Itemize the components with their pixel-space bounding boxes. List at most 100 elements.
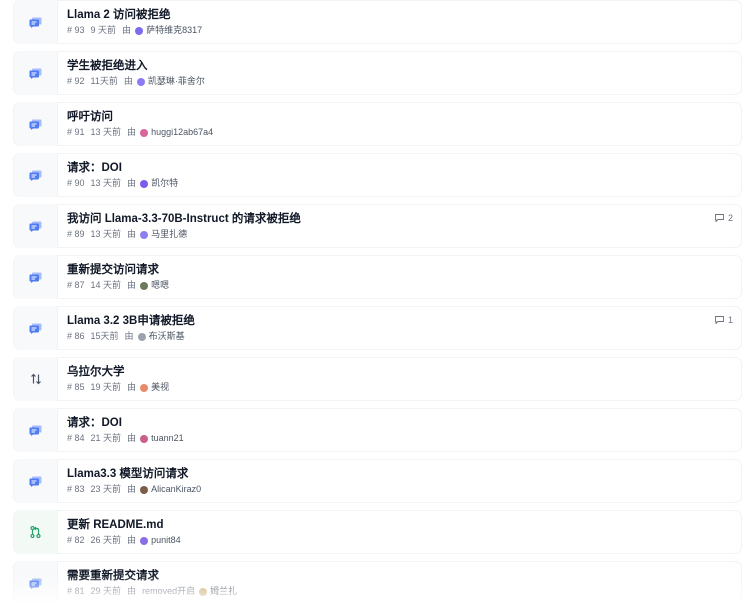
by-label: 由 bbox=[123, 76, 133, 86]
discussion-meta: # 87 14 天前由 嗯嗯 bbox=[67, 280, 741, 291]
row-icon-box bbox=[14, 51, 58, 95]
avatar[interactable] bbox=[140, 281, 149, 290]
discussion-title[interactable]: 请求：DOI bbox=[67, 416, 741, 430]
status-text: removed开启 bbox=[142, 586, 196, 596]
avatar[interactable] bbox=[140, 485, 149, 494]
author-link[interactable]: punit84 bbox=[151, 535, 181, 546]
discussion-row[interactable]: 请求：DOI # 90 13 天前由 凯尔特 bbox=[13, 153, 742, 197]
by-label: 由 bbox=[127, 382, 137, 392]
avatar[interactable] bbox=[136, 77, 145, 86]
author-link[interactable]: 凯瑟琳·菲舍尔 bbox=[148, 76, 205, 87]
discussion-row[interactable]: 乌拉尔大学 # 85 19 天前由 美视 bbox=[13, 357, 742, 401]
discussion-icon bbox=[29, 323, 42, 334]
by-label: 由 bbox=[127, 484, 137, 494]
discussion-row[interactable]: Llama 2 访问被拒绝 # 93 9 天前由 萨特维克8317 bbox=[13, 0, 742, 44]
discussion-icon bbox=[29, 221, 42, 232]
discussion-number: # 84 bbox=[67, 433, 85, 443]
discussion-meta: # 93 9 天前由 萨特维克8317 bbox=[67, 25, 741, 36]
discussion-title[interactable]: 更新 README.md bbox=[67, 518, 741, 532]
by-label: 由 bbox=[127, 433, 137, 443]
row-icon-box bbox=[14, 153, 58, 197]
discussion-number: # 81 bbox=[67, 586, 85, 596]
discussion-row[interactable]: 更新 README.md # 82 26 天前由 punit84 bbox=[13, 510, 742, 554]
author-link[interactable]: tuann21 bbox=[151, 433, 184, 444]
pull-request-icon bbox=[30, 526, 41, 538]
avatar[interactable] bbox=[137, 332, 146, 341]
discussion-row[interactable]: Llama 3.2 3B申请被拒绝 # 86 15天前由 布沃斯基 1 bbox=[13, 306, 742, 350]
row-icon-box bbox=[14, 510, 58, 554]
discussion-meta: # 82 26 天前由 punit84 bbox=[67, 535, 741, 546]
discussion-meta: # 90 13 天前由 凯尔特 bbox=[67, 178, 741, 189]
author-link[interactable]: 凯尔特 bbox=[151, 178, 178, 189]
author-link[interactable]: huggi12ab67a4 bbox=[151, 127, 213, 138]
discussion-row[interactable]: 请求：DOI # 84 21 天前由 tuann21 bbox=[13, 408, 742, 452]
row-icon-box bbox=[14, 306, 58, 350]
discussion-icon bbox=[29, 272, 42, 283]
discussion-title[interactable]: 学生被拒绝进入 bbox=[67, 59, 741, 73]
discussion-title[interactable]: 乌拉尔大学 bbox=[67, 365, 741, 379]
discussion-title[interactable]: Llama3.3 模型访问请求 bbox=[67, 467, 741, 481]
discussion-title[interactable]: Llama 3.2 3B申请被拒绝 bbox=[67, 314, 741, 328]
discussion-row[interactable]: 学生被拒绝进入 # 92 11天前由 凯瑟琳·菲舍尔 bbox=[13, 51, 742, 95]
discussion-meta: # 85 19 天前由 美视 bbox=[67, 382, 741, 393]
by-label: 由 bbox=[127, 127, 137, 137]
discussion-age: 13 天前 bbox=[90, 127, 122, 137]
discussion-number: # 83 bbox=[67, 484, 85, 494]
discussion-age: 11天前 bbox=[90, 76, 118, 86]
discussion-number: # 85 bbox=[67, 382, 85, 392]
avatar[interactable] bbox=[140, 128, 149, 137]
discussion-number: # 86 bbox=[67, 331, 85, 341]
discussion-row[interactable]: 我访问 Llama-3.3-70B-Instruct 的请求被拒绝 # 89 13 … bbox=[13, 204, 742, 248]
by-label: 由 bbox=[127, 229, 137, 239]
comment-count: 2 bbox=[715, 213, 733, 223]
discussion-icon bbox=[29, 578, 42, 589]
discussion-meta: # 92 11天前由 凯瑟琳·菲舍尔 bbox=[67, 76, 741, 87]
discussion-title[interactable]: 请求：DOI bbox=[67, 161, 741, 175]
discussion-number: # 90 bbox=[67, 178, 85, 188]
author-link[interactable]: 美视 bbox=[151, 382, 169, 393]
author-link[interactable]: 嗯嗯 bbox=[151, 280, 169, 291]
avatar[interactable] bbox=[140, 179, 149, 188]
discussion-number: # 92 bbox=[67, 76, 85, 86]
avatar[interactable] bbox=[135, 26, 144, 35]
author-link[interactable]: 姆兰扎 bbox=[210, 586, 237, 597]
author-link[interactable]: 萨特维克8317 bbox=[146, 25, 202, 36]
by-label: 由 bbox=[127, 280, 137, 290]
discussion-title[interactable]: Llama 2 访问被拒绝 bbox=[67, 8, 741, 22]
author-link[interactable]: 马里扎德 bbox=[151, 229, 187, 240]
discussion-title[interactable]: 我访问 Llama-3.3-70B-Instruct 的请求被拒绝 bbox=[67, 212, 741, 226]
discussion-list: Llama 2 访问被拒绝 # 93 9 天前由 萨特维克8317 学生被拒绝进入 # 9… bbox=[0, 0, 750, 603]
discussion-age: 29 天前 bbox=[90, 586, 122, 596]
discussion-age: 15天前 bbox=[90, 331, 119, 341]
discussion-age: 13 天前 bbox=[90, 229, 122, 239]
discussion-icon bbox=[29, 17, 42, 28]
avatar[interactable] bbox=[140, 536, 149, 545]
avatar[interactable] bbox=[140, 383, 149, 392]
discussion-title[interactable]: 需要重新提交请求 bbox=[67, 569, 741, 583]
discussion-meta: # 86 15天前由 布沃斯基 bbox=[67, 331, 741, 342]
by-label: 由 bbox=[127, 586, 137, 596]
discussion-age: 13 天前 bbox=[90, 178, 122, 188]
avatar[interactable] bbox=[140, 434, 149, 443]
discussion-age: 21 天前 bbox=[90, 433, 122, 443]
discussion-row[interactable]: 重新提交访问请求 # 87 14 天前由 嗯嗯 bbox=[13, 255, 742, 299]
avatar[interactable] bbox=[199, 587, 208, 596]
discussion-age: 14 天前 bbox=[90, 280, 122, 290]
discussion-icon bbox=[29, 119, 42, 130]
author-link[interactable]: 布沃斯基 bbox=[149, 331, 185, 342]
discussion-title[interactable]: 重新提交访问请求 bbox=[67, 263, 741, 277]
row-icon-box bbox=[14, 255, 58, 299]
discussion-row[interactable]: 呼吁访问 # 91 13 天前由 huggi12ab67a4 bbox=[13, 102, 742, 146]
discussion-row[interactable]: Llama3.3 模型访问请求 # 83 23 天前由 AlicanKiraz0 bbox=[13, 459, 742, 503]
author-link[interactable]: AlicanKiraz0 bbox=[151, 484, 201, 495]
discussion-title[interactable]: 呼吁访问 bbox=[67, 110, 741, 124]
row-icon-box bbox=[14, 204, 58, 248]
arrows-up-down-icon bbox=[30, 373, 42, 385]
discussion-row[interactable]: 需要重新提交请求 # 81 29 天前由 removed开启 姆兰扎 bbox=[13, 561, 742, 603]
discussion-number: # 87 bbox=[67, 280, 85, 290]
discussion-age: 19 天前 bbox=[90, 382, 122, 392]
avatar[interactable] bbox=[140, 230, 149, 239]
comment-count-value: 1 bbox=[727, 315, 733, 325]
discussion-age: 26 天前 bbox=[90, 535, 122, 545]
row-icon-box bbox=[14, 0, 58, 44]
